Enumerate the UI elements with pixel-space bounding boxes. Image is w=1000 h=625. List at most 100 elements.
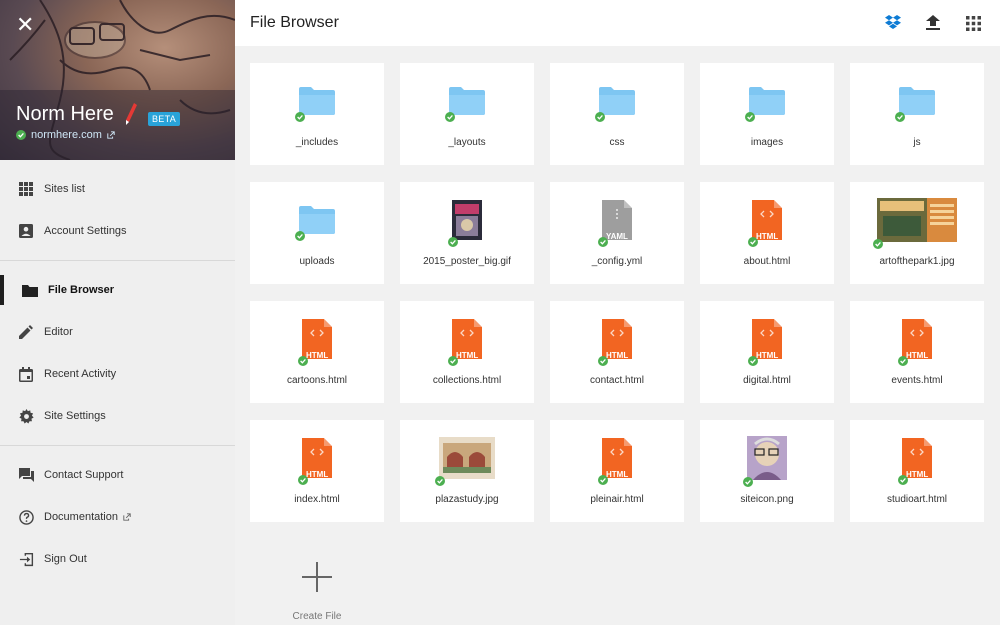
nav-label: Site Settings: [44, 410, 106, 422]
card-icon: HTML: [700, 199, 834, 247]
close-icon[interactable]: ✕: [16, 14, 34, 36]
nav-file-browser[interactable]: File Browser: [0, 269, 235, 311]
dropbox-icon[interactable]: [884, 14, 902, 32]
file-card[interactable]: YAML _config.yml: [550, 182, 684, 284]
nav-editor[interactable]: Editor: [0, 311, 235, 353]
card-icon: YAML: [550, 199, 684, 247]
chat-icon: [18, 467, 34, 483]
folder-icon: [449, 86, 485, 115]
file-card[interactable]: HTML about.html: [700, 182, 834, 284]
synced-check-icon: [595, 111, 605, 122]
file-name: css: [609, 137, 625, 148]
nav-label: Editor: [44, 326, 73, 338]
nav-label: Sign Out: [44, 553, 87, 565]
file-name: _config.yml: [591, 256, 643, 267]
thumb-wrap: HTML: [298, 318, 332, 366]
file-name: uploads: [299, 256, 335, 267]
file-card[interactable]: plazastudy.jpg: [400, 420, 534, 522]
published-check-icon: [16, 130, 26, 140]
upload-icon[interactable]: [924, 14, 942, 32]
nav-contact-support[interactable]: Contact Support: [0, 454, 235, 496]
folder-card[interactable]: css: [550, 63, 684, 165]
card-icon: HTML: [700, 318, 834, 366]
nav-site-settings[interactable]: Site Settings: [0, 395, 235, 437]
card-icon: [700, 81, 834, 125]
file-name: index.html: [294, 494, 340, 505]
folder-icon: [749, 86, 785, 115]
toolbar: [884, 14, 982, 32]
card-icon: HTML: [250, 318, 384, 366]
folder-card[interactable]: images: [700, 63, 834, 165]
card-icon: [250, 200, 384, 244]
nav-recent-activity[interactable]: Recent Activity: [0, 353, 235, 395]
nav-documentation[interactable]: Documentation: [0, 496, 235, 538]
synced-check-icon: [295, 111, 305, 122]
folder-icon: [299, 86, 335, 115]
external-link-icon: [123, 513, 131, 521]
synced-check-icon: [445, 111, 455, 122]
thumb-wrap: [745, 86, 785, 122]
thumb-wrap: [435, 436, 495, 486]
nav-sign-out[interactable]: Sign Out: [0, 538, 235, 580]
nav-label: Account Settings: [44, 225, 127, 237]
file-card[interactable]: HTML digital.html: [700, 301, 834, 403]
file-card[interactable]: HTML events.html: [850, 301, 984, 403]
nav-sites-list[interactable]: Sites list: [0, 168, 235, 210]
sign-out-icon: [18, 551, 34, 567]
synced-check-icon: [448, 236, 458, 247]
file-card[interactable]: artofthepark1.jpg: [850, 182, 984, 284]
nav-account-settings[interactable]: Account Settings: [0, 210, 235, 252]
synced-check-icon: [895, 111, 905, 122]
card-icon: HTML: [550, 437, 684, 485]
apps-grid-icon[interactable]: [964, 14, 982, 32]
file-card[interactable]: HTML contact.html: [550, 301, 684, 403]
card-icon: [400, 81, 534, 125]
file-card[interactable]: HTML studioart.html: [850, 420, 984, 522]
folder-icon: [599, 86, 635, 115]
folder-icon: [899, 86, 935, 115]
nav-label: File Browser: [48, 284, 115, 296]
site-url-link[interactable]: normhere.com: [31, 129, 102, 141]
card-icon: HTML: [850, 437, 984, 485]
folder-card[interactable]: uploads: [250, 182, 384, 284]
thumb-wrap: [445, 86, 485, 122]
card-icon: [400, 436, 534, 486]
file-type-tag: HTML: [756, 231, 779, 241]
file-name: plazastudy.jpg: [435, 494, 499, 505]
file-name: js: [913, 137, 921, 148]
file-card[interactable]: HTML index.html: [250, 420, 384, 522]
thumb-wrap: HTML: [598, 437, 632, 485]
card-icon: [850, 197, 984, 249]
external-link-icon[interactable]: [107, 131, 115, 139]
gear-icon: [18, 408, 34, 424]
file-name: siteicon.png: [740, 494, 794, 505]
folder-card[interactable]: _layouts: [400, 63, 534, 165]
file-name: pleinair.html: [590, 494, 644, 505]
thumb-wrap: HTML: [748, 318, 782, 366]
thumb-wrap: HTML: [448, 318, 482, 366]
folder-card[interactable]: js: [850, 63, 984, 165]
folder-card[interactable]: _includes: [250, 63, 384, 165]
thumb-wrap: YAML: [598, 199, 632, 247]
synced-check-icon: [873, 238, 883, 249]
synced-check-icon: [435, 475, 445, 486]
file-type-tag: HTML: [306, 469, 329, 479]
synced-check-icon: [745, 111, 755, 122]
synced-check-icon: [743, 476, 753, 487]
nav-label: Recent Activity: [44, 368, 117, 380]
image-thumbnail: [747, 435, 787, 484]
file-card[interactable]: HTML collections.html: [400, 301, 534, 403]
thumb-wrap: HTML: [748, 199, 782, 247]
file-type-tag: HTML: [606, 350, 629, 360]
file-card[interactable]: 2015_poster_big.gif: [400, 182, 534, 284]
file-type-tag: HTML: [756, 350, 779, 360]
file-card[interactable]: siteicon.png: [700, 420, 834, 522]
file-card[interactable]: HTML pleinair.html: [550, 420, 684, 522]
create-file-button[interactable]: Create File: [250, 540, 384, 625]
thumb-wrap: [295, 205, 335, 241]
synced-check-icon: [295, 230, 305, 241]
thumb-wrap: HTML: [898, 437, 932, 485]
file-name: images: [750, 137, 784, 148]
card-icon: HTML: [550, 318, 684, 366]
file-card[interactable]: HTML cartoons.html: [250, 301, 384, 403]
